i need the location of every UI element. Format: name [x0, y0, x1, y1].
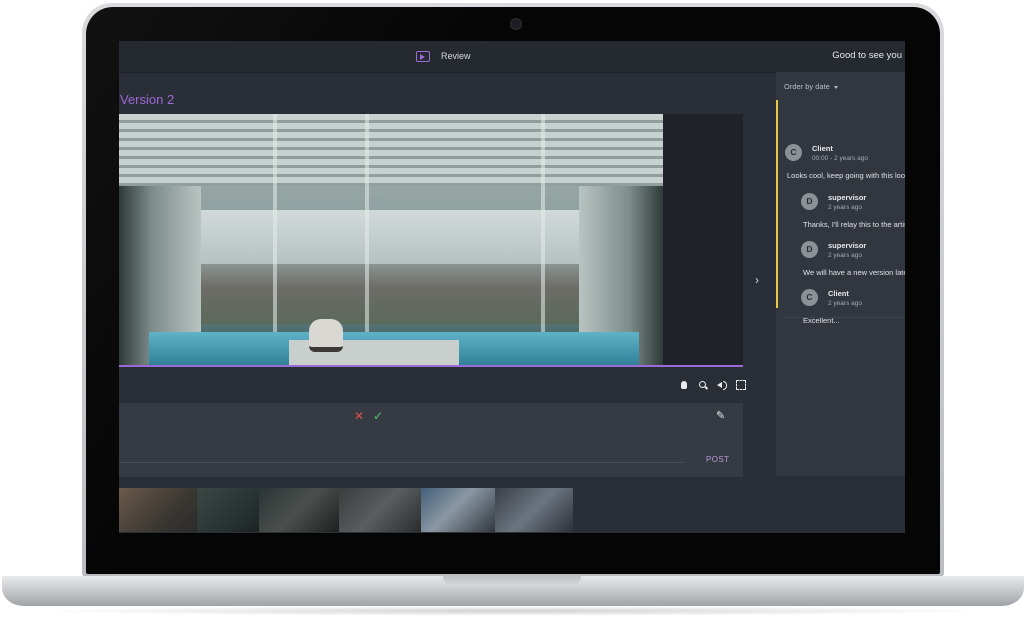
avatar: C [785, 144, 802, 161]
comment-time: 2 years ago [828, 204, 862, 211]
avatar: D [801, 193, 818, 210]
comments-panel: Order by date C Client 00:00 - 2 years a… [776, 72, 905, 476]
version-thumbnail[interactable] [421, 488, 495, 532]
play-square-icon[interactable] [416, 51, 430, 62]
thread-separator [782, 317, 905, 318]
comment-author: Client [828, 289, 849, 298]
webcam-icon [510, 18, 522, 30]
order-by-dropdown[interactable]: Order by date [784, 82, 838, 91]
video-pillar [541, 114, 545, 365]
comment-author: supervisor [828, 241, 867, 250]
comment-text: Looks cool, keep going with this look [787, 171, 905, 180]
video-ceiling [119, 114, 663, 186]
annotation-panel: ✕ ✓ ✎ POST [119, 403, 743, 477]
video-player[interactable] [119, 114, 743, 367]
version-thumbnail-strip [119, 488, 579, 532]
volume-icon[interactable] [717, 380, 727, 390]
order-by-label: Order by date [784, 82, 830, 91]
playback-progress-bar[interactable] [119, 365, 743, 367]
video-city [199, 264, 589, 324]
version-thumbnail[interactable] [259, 488, 339, 532]
comment-input[interactable] [119, 462, 683, 463]
video-frame[interactable] [119, 114, 663, 365]
thread-indicator [776, 100, 778, 308]
fullscreen-icon[interactable] [736, 380, 746, 390]
comment-time: 2 years ago [828, 300, 862, 307]
app-screen: Review Good to see you Version 2 › ✕ ✓ ✎ [119, 41, 905, 533]
version-thumbnail[interactable] [197, 488, 259, 532]
version-thumbnail[interactable] [339, 488, 421, 532]
avatar: D [801, 241, 818, 258]
version-thumbnail[interactable] [119, 488, 197, 532]
chevron-down-icon [833, 85, 838, 89]
laptop-notch [443, 576, 581, 586]
video-chair [309, 319, 343, 352]
comment-author: Client [812, 144, 833, 153]
post-button[interactable]: POST [706, 455, 729, 464]
version-thumbnail[interactable] [495, 488, 573, 532]
comment-time: 00:00 - 2 years ago [812, 155, 869, 162]
player-controls [679, 380, 746, 392]
pencil-icon[interactable]: ✎ [716, 409, 725, 422]
greeting-text: Good to see you [832, 50, 902, 61]
avatar: C [801, 289, 818, 306]
close-icon[interactable]: ✕ [354, 409, 364, 423]
comment-text: Thanks, I'll relay this to the artist [803, 220, 905, 229]
video-pillar [273, 114, 277, 365]
review-tab-label[interactable]: Review [441, 51, 471, 61]
comment-author: supervisor [828, 193, 867, 202]
version-title: Version 2 [120, 92, 175, 107]
video-pillar [365, 114, 369, 365]
top-bar: Review Good to see you [119, 41, 905, 73]
comment-text: We will have a new version later [803, 268, 905, 277]
zoom-icon[interactable] [698, 380, 708, 390]
chevron-right-icon[interactable]: › [755, 273, 759, 287]
laptop-shadow [30, 606, 996, 616]
check-icon[interactable]: ✓ [373, 409, 383, 423]
comment-time: 2 years ago [828, 252, 862, 259]
hand-icon[interactable] [679, 380, 689, 390]
